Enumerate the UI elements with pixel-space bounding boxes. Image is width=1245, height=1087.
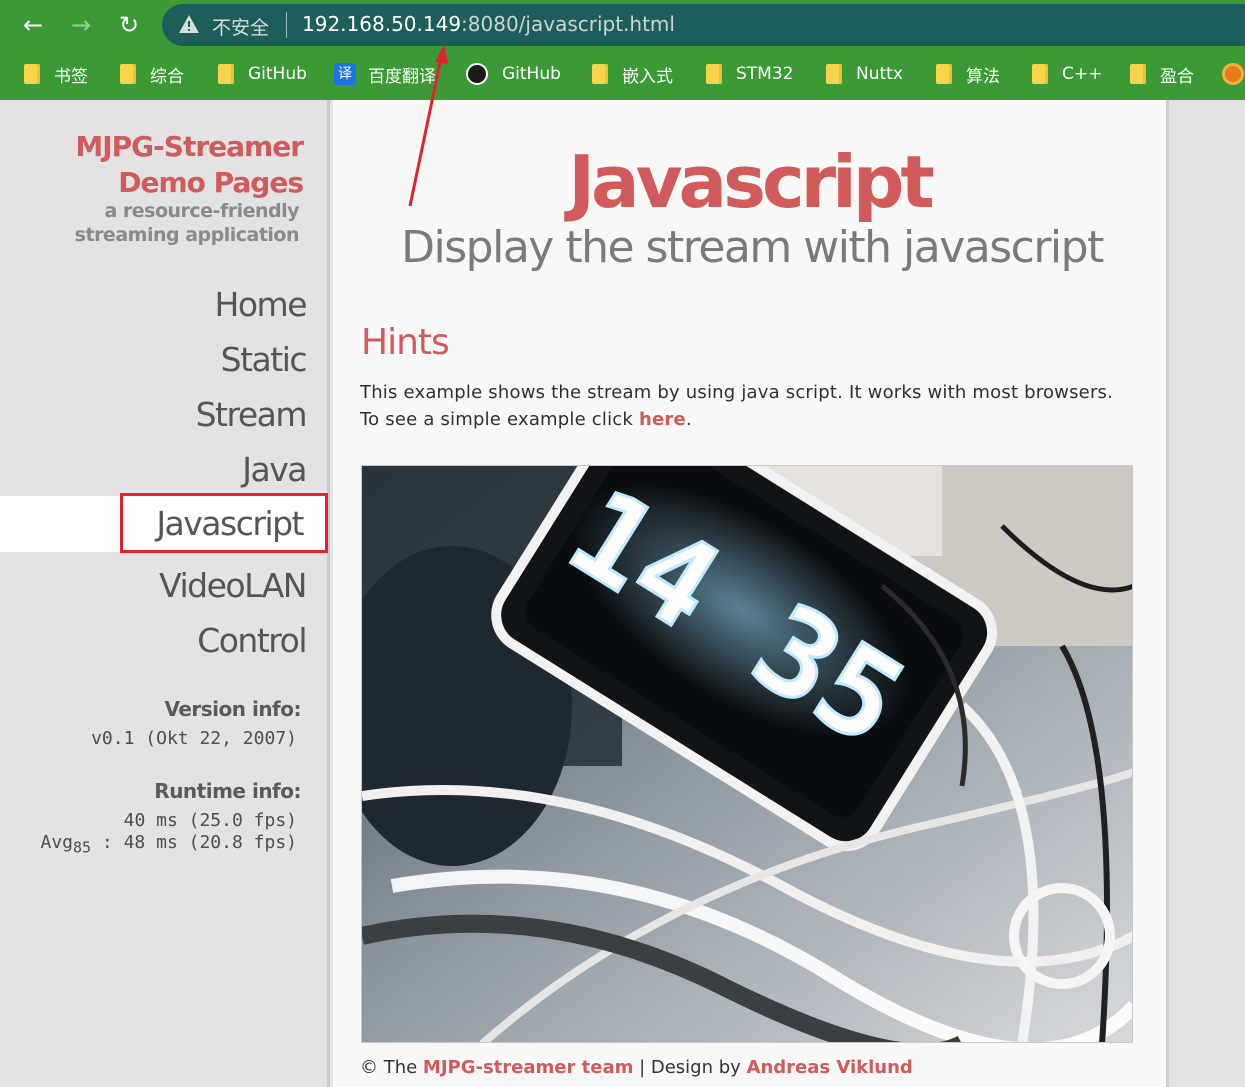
address-separator (286, 12, 287, 38)
bookmark-label: Nuttx (856, 64, 903, 84)
hints-heading: Hints (361, 322, 450, 363)
footer-team-link[interactable]: MJPG-streamer team (423, 1057, 633, 1078)
folder-icon (592, 64, 608, 84)
version-text: v0.1 (Okt 22, 2007) (91, 728, 297, 749)
bookmark-item[interactable]: 书签 (24, 62, 88, 87)
webcam-stream-image: 14 35 (361, 465, 1133, 1043)
main-content: Javascript Display the stream with javas… (333, 100, 1166, 1087)
folder-icon (706, 64, 722, 84)
page-subtitle: Display the stream with javascript (401, 222, 1104, 273)
forward-arrow-icon[interactable]: → (64, 8, 98, 42)
bookmark-label: 书签 (54, 66, 88, 87)
url-path: :8080/javascript.html (461, 12, 675, 36)
right-gutter (1166, 100, 1245, 1087)
folder-icon (24, 64, 40, 84)
security-label[interactable]: 不安全 (212, 13, 269, 40)
bookmarks-bar: 书签 综合 GitHub 译百度翻译 GitHub 嵌入式 STM32 Nutt… (0, 52, 1245, 96)
hint-paragraph-2: To see a simple example click here. (360, 409, 692, 430)
nav-control[interactable]: Control (0, 613, 330, 669)
page-footer: © The MJPG-streamer team | Design by And… (360, 1057, 913, 1078)
footer-text: © The (360, 1057, 423, 1078)
nav-stream[interactable]: Stream (0, 387, 330, 443)
back-arrow-icon[interactable]: ← (16, 8, 50, 42)
bookmark-item[interactable]: STM32 (706, 62, 793, 86)
tagline-line-2: streaming application (74, 224, 300, 246)
bookmark-label: GitHub (248, 64, 307, 84)
bookmark-item[interactable]: 译百度翻译 (334, 62, 436, 87)
bookmark-label: 算法 (966, 66, 1000, 87)
folder-icon (826, 64, 842, 84)
version-heading: Version info: (164, 697, 301, 721)
runtime-line-1: 40 ms (25.0 fps) (123, 810, 297, 831)
folder-icon (1130, 64, 1146, 84)
footer-author-link[interactable]: Andreas Viklund (747, 1057, 913, 1078)
bookmark-item[interactable]: 嵌入式 (592, 62, 673, 87)
folder-icon (218, 64, 234, 84)
folder-icon (936, 64, 952, 84)
bookmark-item[interactable]: C++ (1032, 62, 1102, 86)
address-bar[interactable]: 不安全 192.168.50.149:8080/javascript.html (162, 4, 1245, 46)
runtime-avg-label: Avg (40, 832, 74, 853)
runtime-heading: Runtime info: (154, 779, 301, 803)
bookmark-item[interactable]: 盈合 (1130, 62, 1194, 87)
nav-java[interactable]: Java (0, 442, 330, 498)
logo-line-2: Demo Pages (118, 166, 304, 199)
folder-icon (1032, 64, 1048, 84)
annotation-highlight-box (120, 493, 328, 553)
bookmark-label: 综合 (150, 66, 184, 87)
extension-icon (1222, 63, 1244, 85)
bookmark-item[interactable]: Nuttx (826, 62, 903, 86)
warning-icon[interactable] (178, 13, 200, 35)
hint-period: . (685, 409, 692, 430)
reload-icon[interactable]: ↻ (112, 8, 146, 42)
hint-paragraph-1: This example shows the stream by using j… (360, 382, 1114, 403)
github-icon (466, 63, 488, 85)
folder-icon (120, 64, 136, 84)
here-link[interactable]: here (639, 409, 686, 430)
bookmark-item[interactable]: GitHub (218, 62, 307, 86)
nav-static[interactable]: Static (0, 332, 330, 388)
bookmark-item[interactable]: 综合 (120, 62, 184, 87)
extension-bookmark[interactable] (1222, 62, 1244, 86)
runtime-avg-value: : 48 ms (20.8 fps) (101, 832, 297, 853)
bookmark-label: 盈合 (1160, 66, 1194, 87)
url-host: 192.168.50.149 (302, 12, 462, 36)
fanyi-icon: 译 (334, 63, 356, 85)
bookmark-label: 嵌入式 (622, 66, 673, 87)
url-text[interactable]: 192.168.50.149:8080/javascript.html (302, 12, 675, 36)
bookmark-label: GitHub (502, 64, 561, 84)
browser-chrome: ← → ↻ 不安全 192.168.50.149:8080/javascript… (0, 0, 1245, 100)
bookmark-item[interactable]: GitHub (466, 62, 561, 86)
hint-text: To see a simple example click (360, 409, 639, 430)
sidebar: MJPG-Streamer Demo Pages a resource-frie… (0, 100, 330, 1087)
nav-videolan[interactable]: VideoLAN (0, 558, 330, 614)
bookmark-label: 百度翻译 (368, 66, 436, 87)
logo-line-1: MJPG-Streamer (75, 130, 304, 163)
bookmark-label: C++ (1062, 64, 1103, 84)
bookmark-item[interactable]: 算法 (936, 62, 1000, 87)
runtime-line-2: Avg85 : 48 ms (20.8 fps) (41, 832, 298, 857)
page-title: Javascript (568, 140, 935, 224)
tagline-line-1: a resource-friendly (104, 200, 299, 222)
bookmark-label: STM32 (736, 64, 794, 84)
stream-frame-graphic: 14 35 (362, 466, 1132, 1042)
nav-home[interactable]: Home (0, 277, 330, 333)
footer-separator-text: | Design by (633, 1057, 747, 1078)
runtime-avg-sub: 85 (73, 838, 92, 857)
